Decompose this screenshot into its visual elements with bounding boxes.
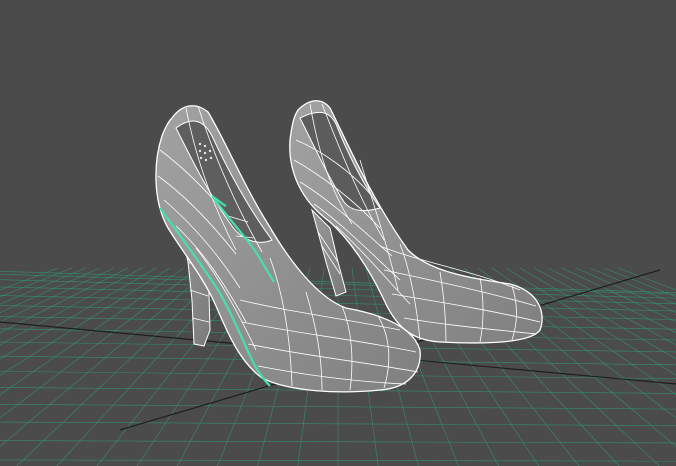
grid-line	[0, 267, 73, 298]
grid-line	[0, 267, 129, 333]
3d-viewport[interactable]	[0, 0, 676, 466]
viewport-canvas[interactable]	[0, 0, 676, 466]
grid-line	[0, 267, 157, 360]
grid-line	[56, 267, 241, 466]
grid-line	[0, 267, 59, 291]
